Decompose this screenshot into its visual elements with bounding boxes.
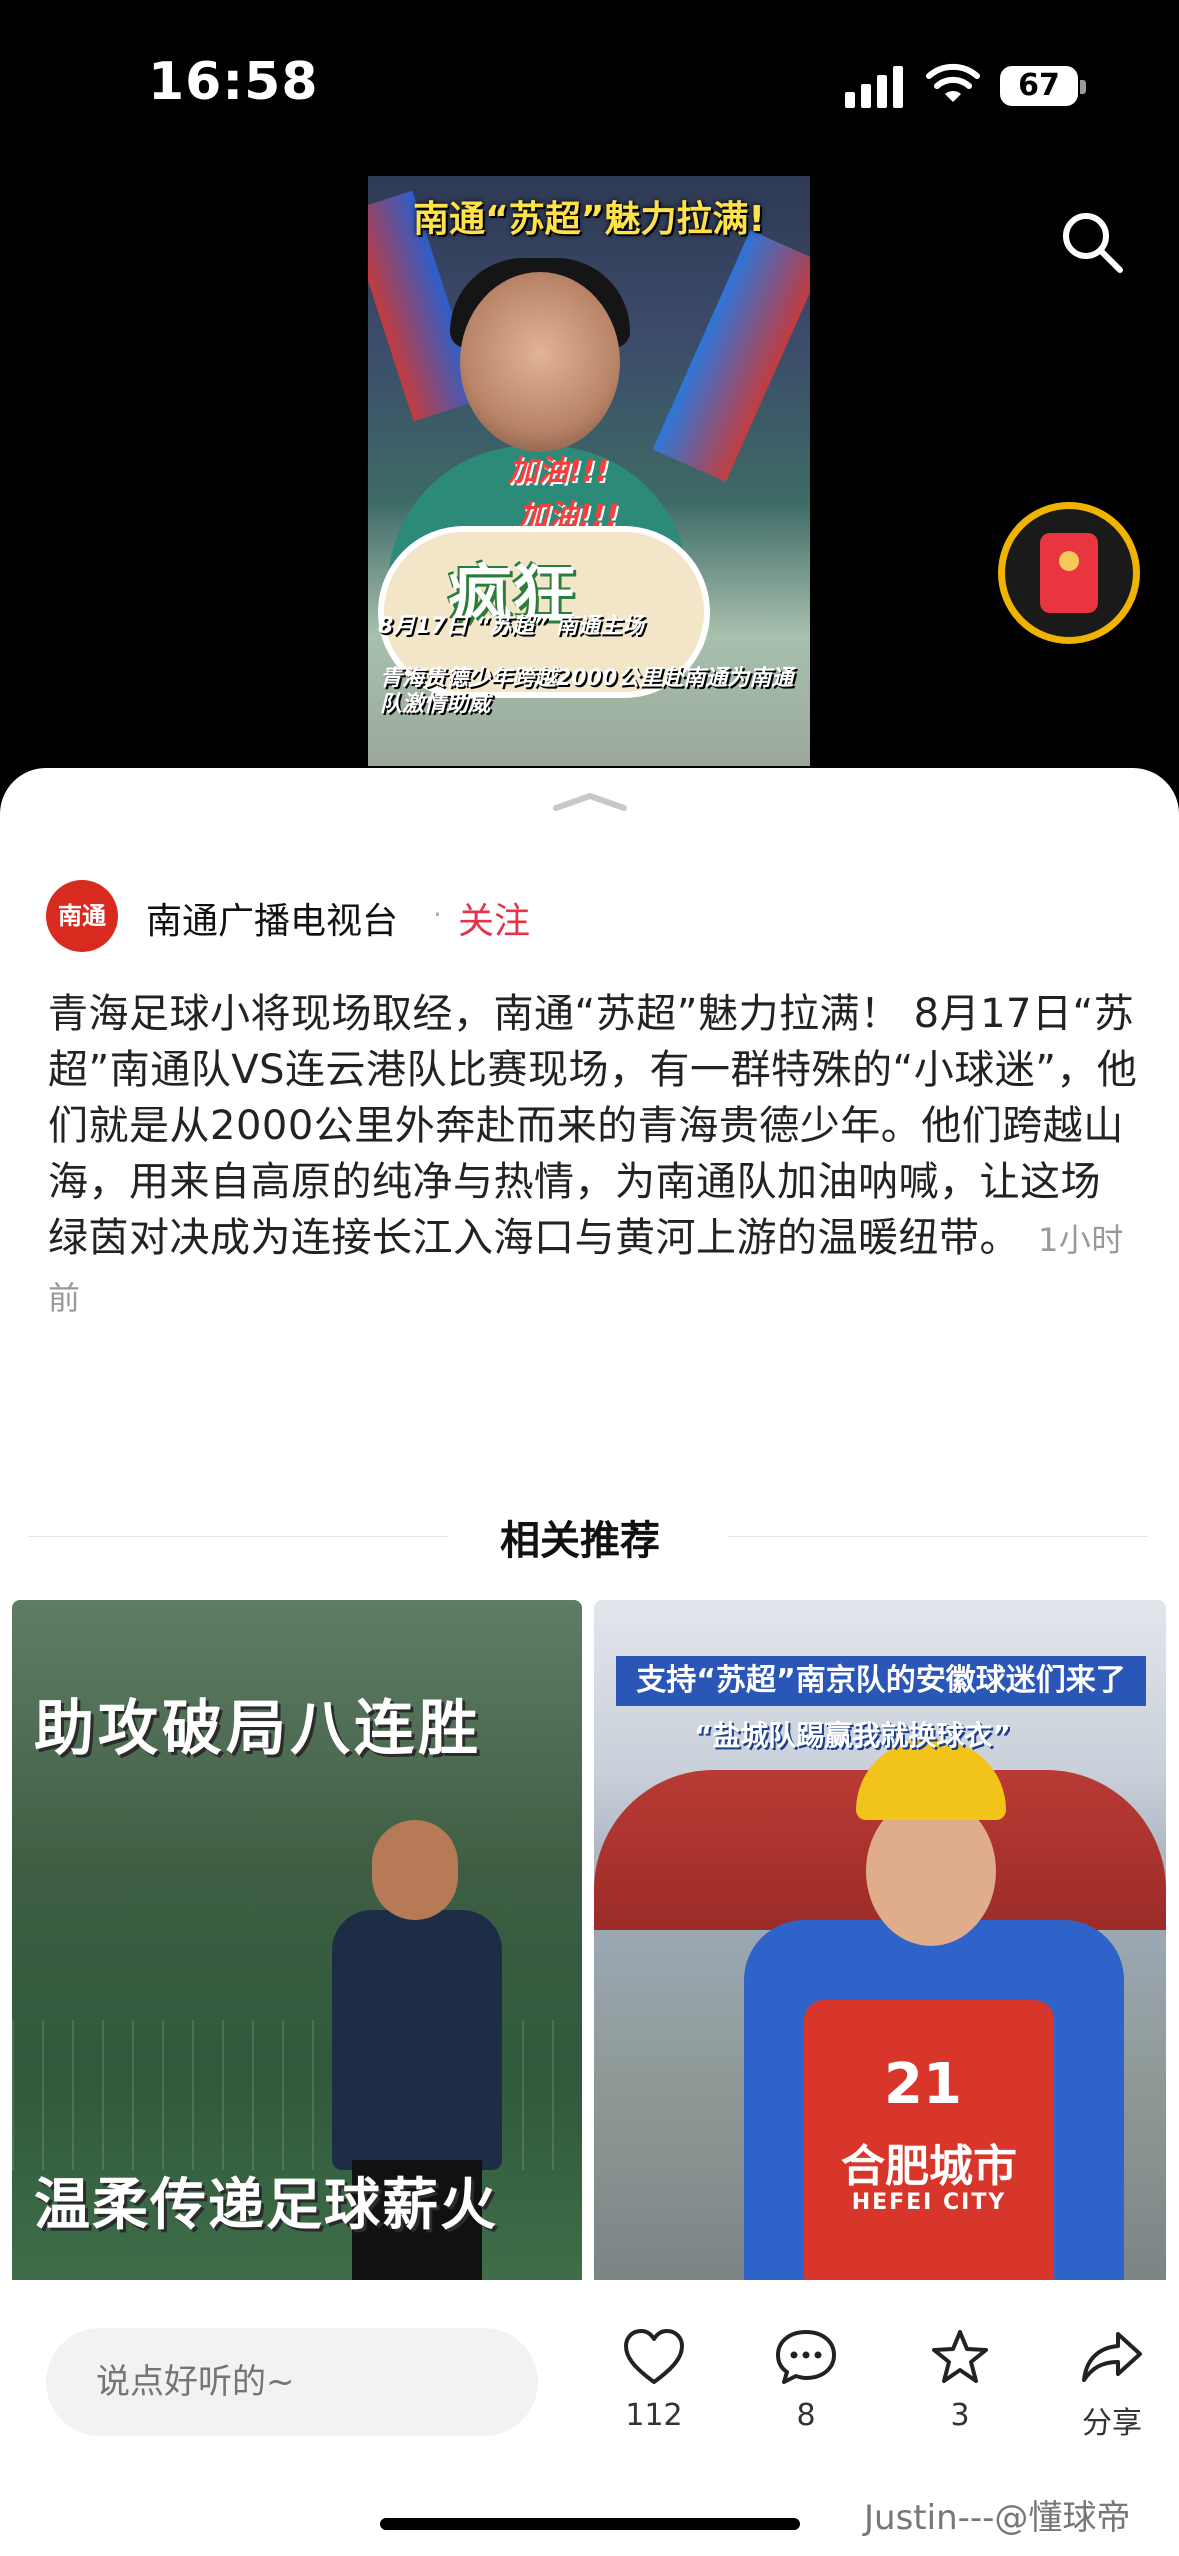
card-player-body <box>332 1910 502 2170</box>
video-cheer-text: 加油!!! <box>508 454 610 489</box>
card-player-head <box>372 1820 458 1920</box>
video-headline: 南通“苏超”魅力拉满! <box>413 199 765 240</box>
separator-dot: · <box>433 898 442 931</box>
heart-icon <box>624 2329 684 2384</box>
divider <box>28 1536 448 1537</box>
post-description: 青海足球小将现场取经，南通“苏超”魅力拉满！ 8月17日“苏超”南通队VS连云港… <box>48 986 1138 1326</box>
card-subtitle: “盐城队踢赢我就换球衣” <box>694 1719 1011 1752</box>
divider <box>728 1536 1148 1537</box>
video-subject-face <box>460 272 620 452</box>
related-video-card[interactable]: 助攻破局八连胜 温柔传递足球薪火 <box>12 1600 582 2280</box>
share-arrow-icon <box>1082 2332 1142 2382</box>
jersey-city: HEFEI CITY <box>851 2190 1007 2215</box>
detail-sheet: 南通 南通广播电视台 · 关注 青海足球小将现场取经，南通“苏超”魅力拉满！ 8… <box>0 768 1179 2556</box>
watermark: Justin---@懂球帝 <box>864 2498 1131 2538</box>
related-video-card[interactable]: 支持“苏超”南京队的安徽球迷们来了 “盐城队踢赢我就换球衣” 21 合肥城市 H… <box>594 1600 1166 2280</box>
chevron-up-icon[interactable] <box>550 790 630 814</box>
author-avatar[interactable]: 南通 <box>46 880 118 952</box>
star-icon <box>932 2330 988 2383</box>
card-title-bottom: 温柔传递足球薪火 <box>34 2173 498 2238</box>
card-title-top: 助攻破局八连胜 <box>34 1694 482 1764</box>
comment-button[interactable]: 8 <box>746 2328 866 2433</box>
red-packet-button[interactable] <box>998 502 1140 644</box>
favorite-button[interactable]: 3 <box>900 2328 1020 2433</box>
jersey-number: 21 <box>884 2052 962 2117</box>
share-button[interactable]: 分享 <box>1052 2328 1172 2442</box>
red-packet-icon <box>1040 533 1098 613</box>
red-packet-seal <box>1059 551 1079 571</box>
comment-bubble-icon <box>776 2330 836 2384</box>
favorite-count: 3 <box>950 2398 970 2433</box>
video-date-line: 8月17日 “苏超” 南通主场 <box>378 614 644 639</box>
follow-button[interactable]: 关注 <box>458 892 530 944</box>
wifi-icon <box>926 63 980 102</box>
like-button[interactable]: 112 <box>594 2328 714 2433</box>
cellular-signal-icon <box>845 66 903 108</box>
status-bar: 16:58 67 <box>0 0 1179 170</box>
author-name[interactable]: 南通广播电视台 <box>146 892 398 944</box>
video-caption: 青海贵德少年跨越2000公里赴南通为南通队激情助威 <box>380 666 794 717</box>
related-section-title: 相关推荐 <box>500 1518 660 1564</box>
search-icon[interactable] <box>1056 206 1128 278</box>
comment-input[interactable] <box>46 2328 538 2436</box>
status-time: 16:58 <box>148 52 319 112</box>
video-player[interactable]: 南通“苏超”魅力拉满! 加油!!! 加油!!! 疯狂 8月17日 “苏超” 南通… <box>368 176 810 766</box>
battery-indicator: 67 <box>1000 66 1078 106</box>
like-count: 112 <box>625 2398 683 2433</box>
card-banner: 支持“苏超”南京队的安徽球迷们来了 <box>616 1656 1146 1706</box>
share-label: 分享 <box>1082 2406 1142 2441</box>
home-indicator[interactable] <box>380 2518 800 2530</box>
jersey-team: 合肥城市 <box>841 2141 1017 2192</box>
post-text: 青海足球小将现场取经，南通“苏超”魅力拉满！ 8月17日“苏超”南通队VS连云港… <box>48 991 1138 1261</box>
battery-tip <box>1080 80 1086 94</box>
video-flag <box>652 230 810 482</box>
comment-count: 8 <box>796 2398 816 2433</box>
